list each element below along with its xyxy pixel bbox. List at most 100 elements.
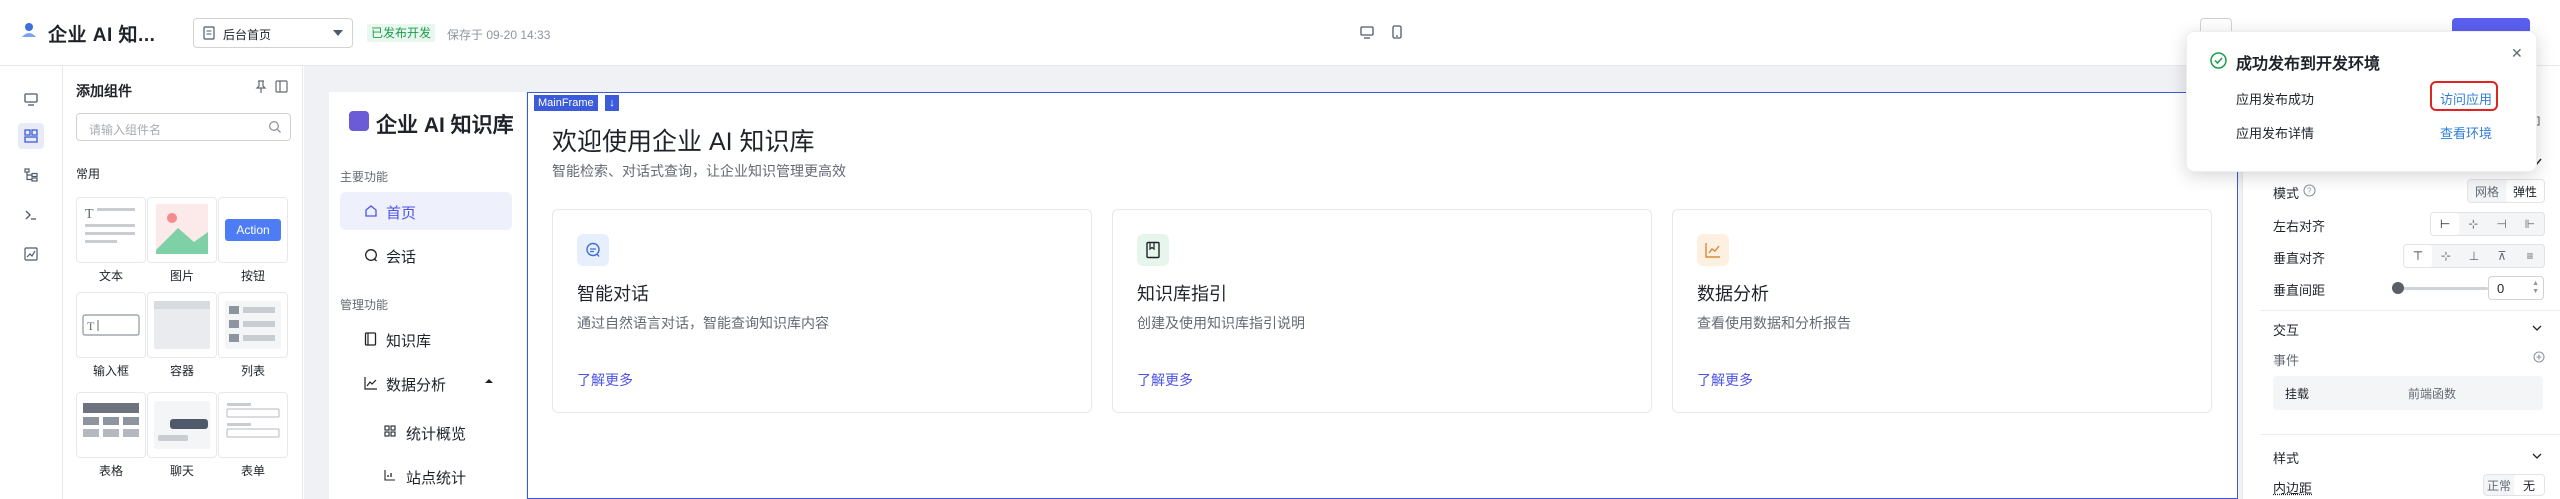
- success-check-icon: [2210, 52, 2227, 69]
- interaction-section-title: 交互: [2273, 323, 2300, 338]
- welcome-title: 欢迎使用企业 AI 知识库: [552, 128, 815, 156]
- component-tile-text[interactable]: T: [76, 197, 146, 263]
- add-event-icon[interactable]: [2533, 351, 2545, 363]
- nav-group-title: 主要功能: [340, 170, 389, 184]
- vertical-align-toggle[interactable]: ⊤ ⊹ ⊥ ⊼ ≡: [2403, 244, 2545, 268]
- component-panel: 添加组件 请输入组件名 常用 T 文本 图片 Action 按钮 T 输入框 容…: [63, 66, 303, 499]
- mobile-view-button[interactable]: [1385, 20, 1409, 44]
- analytics-feature-icon: [1697, 234, 1729, 266]
- vertical-gap-input[interactable]: 0 ▲ ▼: [2488, 276, 2544, 300]
- collapse-panel-icon[interactable]: [275, 80, 288, 93]
- feature-card[interactable]: 知识库指引 创建及使用知识库指引说明 了解更多: [1112, 209, 1652, 413]
- component-tile-button[interactable]: Action: [218, 197, 288, 263]
- vertical-gap-slider-handle[interactable]: [2392, 282, 2404, 294]
- component-tile-label: 图片: [169, 269, 194, 283]
- nav-item-site-stats[interactable]: 站点统计: [360, 457, 512, 495]
- rail-item-tree[interactable]: [18, 162, 44, 188]
- card-title: 数据分析: [1697, 284, 1769, 304]
- layout-mode-toggle[interactable]: 网格 弹性: [2467, 179, 2545, 203]
- align-left-icon[interactable]: ⊢: [2431, 213, 2460, 235]
- padding-option-normal[interactable]: 正常: [2484, 475, 2514, 495]
- component-tile-container[interactable]: [147, 292, 217, 358]
- nav-item-label: 知识库: [386, 333, 432, 350]
- padding-toggle[interactable]: 正常 无: [2483, 474, 2545, 496]
- align-bottom-icon[interactable]: ⊥: [2460, 245, 2488, 267]
- nav-item-chat[interactable]: 会话: [340, 236, 512, 274]
- component-search-input[interactable]: 请输入组件名: [76, 113, 291, 141]
- component-tile-label: 表单: [240, 464, 265, 478]
- nav-item-data-analysis[interactable]: 数据分析: [340, 364, 512, 402]
- align-middle-icon[interactable]: ⊹: [2432, 245, 2460, 267]
- horizontal-align-toggle[interactable]: ⊢ ⊹ ⊣ ⊩: [2430, 212, 2545, 236]
- component-tile-input[interactable]: T: [76, 292, 146, 358]
- button-component-icon: Action: [225, 219, 281, 241]
- learn-more-link[interactable]: 了解更多: [577, 370, 633, 390]
- welcome-subtitle: 智能检索、对话式查询，让企业知识管理更高效: [552, 163, 846, 179]
- text-component-icon: T: [85, 207, 135, 243]
- mainframe-tag[interactable]: MainFrame: [534, 95, 598, 111]
- align-center-icon[interactable]: ⊹: [2459, 213, 2487, 235]
- pin-icon[interactable]: [255, 80, 267, 94]
- chevron-down-icon: [333, 30, 343, 36]
- card-description: 创建及使用知识库指引说明: [1137, 315, 1305, 331]
- learn-more-link[interactable]: 了解更多: [1697, 370, 1753, 390]
- mode-option-flex[interactable]: 弹性: [2506, 180, 2544, 202]
- visit-app-link[interactable]: 访问应用: [2440, 89, 2492, 108]
- component-tile-label: 文本: [98, 269, 123, 283]
- nav-item-knowledge-base[interactable]: 知识库: [340, 320, 512, 358]
- feature-card[interactable]: 智能对话 通过自然语言对话，智能查询知识库内容 了解更多: [552, 209, 1092, 413]
- vertical-gap-slider-track[interactable]: [2398, 287, 2488, 290]
- toast-row-label: 应用发布详情: [2236, 126, 2315, 141]
- nav-item-stats-overview[interactable]: 统计概览: [360, 413, 512, 451]
- button-preview-text: Action: [236, 223, 270, 237]
- page-select[interactable]: 后台首页: [193, 18, 353, 48]
- chevron-down-icon[interactable]: [2532, 452, 2542, 460]
- vertical-gap-value: 0: [2497, 281, 2505, 296]
- vertical-align-label: 垂直对齐: [2273, 251, 2326, 266]
- desktop-view-button[interactable]: [1355, 20, 1379, 44]
- align-stretch-icon[interactable]: ⊼: [2488, 245, 2516, 267]
- chevron-down-icon[interactable]: [2532, 324, 2542, 332]
- component-tile-image[interactable]: [147, 197, 217, 263]
- mobile-icon: [1392, 25, 1402, 39]
- event-row[interactable]: 挂载 前端函数: [2273, 376, 2543, 410]
- event-value: 前端函数: [2408, 387, 2457, 401]
- vertical-gap-label: 垂直间距: [2273, 283, 2326, 298]
- close-icon[interactable]: ✕: [2511, 45, 2523, 62]
- align-space-icon[interactable]: ≡: [2516, 245, 2544, 267]
- chevron-up-icon: [485, 379, 493, 383]
- grid-icon: [384, 425, 396, 437]
- mode-option-grid[interactable]: 网格: [2468, 180, 2506, 202]
- component-tile-list[interactable]: [218, 292, 288, 358]
- component-tile-label: 聊天: [169, 464, 194, 478]
- nav-item-home[interactable]: 首页: [340, 192, 512, 230]
- view-environment-link[interactable]: 查看环境: [2440, 123, 2492, 142]
- align-right-icon[interactable]: ⊣: [2488, 213, 2516, 235]
- rail-item-analytics[interactable]: [18, 241, 44, 267]
- image-component-icon: [156, 204, 208, 254]
- app-brand-title: 企业 AI 知识库: [376, 114, 514, 137]
- component-tile-table[interactable]: [76, 392, 146, 458]
- component-tile-chat[interactable]: [147, 392, 217, 458]
- svg-text:T: T: [85, 207, 94, 222]
- saved-timestamp: 保存于 09-20 14:33: [447, 28, 551, 42]
- align-top-icon[interactable]: ⊤: [2404, 245, 2432, 267]
- align-justify-icon[interactable]: ⊩: [2516, 213, 2544, 235]
- event-label: 事件: [2273, 353, 2300, 368]
- component-tile-form[interactable]: [218, 392, 288, 458]
- arrow-down-icon[interactable]: ↓: [605, 95, 619, 111]
- monitor-icon: [24, 92, 38, 106]
- component-tile-label: 输入框: [92, 364, 129, 378]
- tree-icon: [24, 168, 38, 182]
- learn-more-link[interactable]: 了解更多: [1137, 370, 1193, 390]
- rail-item-pages[interactable]: [18, 86, 44, 112]
- horizontal-align-label: 左右对齐: [2273, 219, 2326, 234]
- padding-option-none[interactable]: 无: [2514, 475, 2544, 495]
- toast-row-label: 应用发布成功: [2236, 92, 2315, 107]
- rail-item-code[interactable]: [18, 202, 44, 228]
- search-icon: [269, 121, 281, 133]
- padding-label: 内边距: [2273, 481, 2313, 496]
- feature-card[interactable]: 数据分析 查看使用数据和分析报告 了解更多: [1672, 209, 2212, 413]
- stepper-icon[interactable]: ▲ ▼: [2532, 280, 2539, 296]
- rail-item-components[interactable]: [18, 123, 44, 149]
